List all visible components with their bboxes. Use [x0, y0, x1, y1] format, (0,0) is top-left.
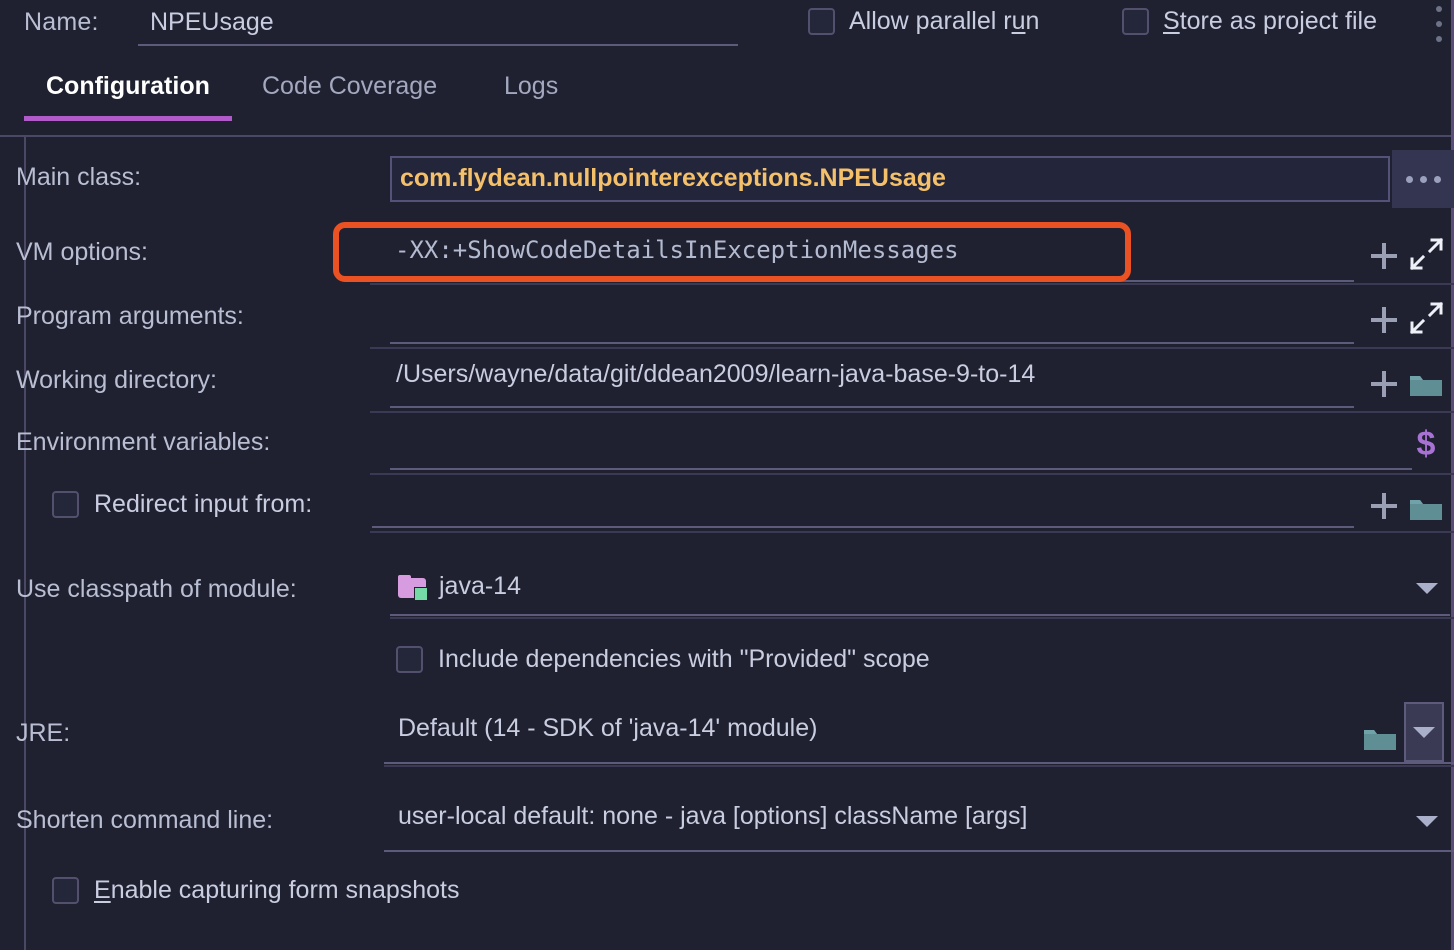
expand-arrows-icon: [1409, 237, 1443, 271]
vm-options-expand-icon[interactable]: [1404, 232, 1448, 276]
module-dropdown-caret[interactable]: [1406, 567, 1448, 609]
use-classpath-of-module-dropdown[interactable]: [390, 560, 1450, 616]
checkbox-box[interactable]: [1122, 8, 1149, 35]
use-classpath-of-module-label: Use classpath of module:: [16, 575, 297, 604]
jre-value: Default (14 - SDK of 'java-14' module): [398, 714, 817, 743]
row-separator: [370, 531, 1454, 533]
folder-icon: [1363, 724, 1397, 752]
redirect-input-add-icon[interactable]: [1362, 484, 1406, 528]
environment-variables-input[interactable]: [390, 414, 1412, 470]
main-class-label: Main class:: [16, 163, 141, 192]
dialog-header: Name: NPEUsage Allow parallel run Store …: [0, 0, 1454, 50]
working-directory-input[interactable]: /Users/wayne/data/git/ddean2009/learn-ja…: [390, 352, 1354, 408]
plus-icon: [1371, 243, 1397, 269]
main-class-input[interactable]: com.flydean.nullpointerexceptions.NPEUsa…: [390, 156, 1390, 202]
name-input-value: NPEUsage: [150, 8, 274, 37]
redirect-input-from-checkbox[interactable]: Redirect input from:: [52, 490, 312, 519]
vm-options-value: -XX:+ShowCodeDetailsInExceptionMessages: [395, 236, 959, 264]
jre-label: JRE:: [16, 719, 70, 748]
include-provided-scope-label: Include dependencies with "Provided" sco…: [438, 645, 930, 674]
chevron-down-icon: [1416, 816, 1438, 827]
expand-arrows-icon: [1409, 301, 1443, 335]
shorten-command-line-value: user-local default: none - java [options…: [398, 802, 1027, 831]
shorten-command-line-dropdown[interactable]: user-local default: none - java [options…: [384, 790, 1454, 852]
allow-parallel-run-label: Allow parallel run: [849, 7, 1039, 36]
checkbox-box[interactable]: [396, 646, 423, 673]
redirect-input-from-input[interactable]: [372, 478, 1354, 528]
dot: [1436, 6, 1442, 12]
working-directory-value: /Users/wayne/data/git/ddean2009/learn-ja…: [396, 360, 1035, 389]
enable-form-snapshots-label: Enable capturing form snapshots: [94, 876, 460, 905]
row-separator: [384, 765, 1454, 767]
include-provided-scope-checkbox[interactable]: Include dependencies with "Provided" sco…: [396, 645, 930, 674]
program-arguments-add-icon[interactable]: [1362, 298, 1406, 342]
store-as-project-file-label: Store as project file: [1163, 7, 1377, 36]
environment-variables-label: Environment variables:: [16, 428, 270, 457]
shorten-command-line-caret[interactable]: [1406, 800, 1448, 842]
dot: [1436, 36, 1442, 42]
shorten-command-line-label: Shorten command line:: [16, 806, 273, 835]
enable-form-snapshots-checkbox[interactable]: Enable capturing form snapshots: [52, 876, 460, 905]
tab-configuration[interactable]: Configuration: [46, 72, 210, 121]
working-directory-label: Working directory:: [16, 366, 217, 395]
dot: [1436, 21, 1442, 27]
environment-variables-macro-icon[interactable]: $: [1404, 422, 1448, 466]
plus-icon: [1371, 307, 1397, 333]
row-separator: [370, 347, 1454, 349]
vm-options-add-icon[interactable]: [1362, 234, 1406, 278]
dot: [1434, 176, 1441, 183]
row-separator: [370, 411, 1454, 413]
name-label: Name:: [24, 8, 99, 37]
dot: [1420, 176, 1427, 183]
main-class-browse-button[interactable]: [1392, 150, 1454, 208]
main-class-value: com.flydean.nullpointerexceptions.NPEUsa…: [400, 164, 946, 193]
jre-dropdown-caret[interactable]: [1404, 702, 1444, 762]
row-separator: [370, 473, 1454, 475]
folder-icon: [1409, 370, 1443, 398]
chevron-down-icon: [1413, 727, 1435, 738]
program-arguments-input[interactable]: [390, 288, 1354, 344]
tab-bar: Configuration Code Coverage Logs: [0, 72, 1454, 134]
jre-input[interactable]: Default (14 - SDK of 'java-14' module): [384, 702, 1454, 764]
vm-options-label: VM options:: [16, 238, 148, 267]
working-directory-add-icon[interactable]: [1362, 362, 1406, 406]
jre-browse-icon[interactable]: [1358, 716, 1402, 760]
checkbox-box[interactable]: [808, 8, 835, 35]
row-separator: [390, 617, 1454, 619]
redirect-input-browse-icon[interactable]: [1404, 486, 1448, 530]
chevron-down-icon: [1416, 583, 1438, 594]
program-arguments-expand-icon[interactable]: [1404, 296, 1448, 340]
checkbox-box[interactable]: [52, 491, 79, 518]
name-input[interactable]: NPEUsage: [138, 4, 738, 46]
folder-icon: [1409, 494, 1443, 522]
tab-logs[interactable]: Logs: [504, 72, 558, 121]
dollar-icon: $: [1417, 427, 1436, 461]
checkbox-box[interactable]: [52, 877, 79, 904]
store-as-project-file-checkbox[interactable]: Store as project file: [1122, 7, 1377, 36]
redirect-input-from-label: Redirect input from:: [94, 490, 312, 519]
row-separator: [370, 283, 1454, 285]
more-options-icon[interactable]: [1430, 6, 1448, 42]
plus-icon: [1371, 493, 1397, 519]
module-name: java-14: [439, 572, 521, 601]
tab-code-coverage[interactable]: Code Coverage: [262, 72, 437, 121]
module-value: java-14: [398, 572, 521, 601]
working-directory-browse-icon[interactable]: [1404, 362, 1448, 406]
module-folder-icon: [398, 575, 426, 598]
allow-parallel-run-checkbox[interactable]: Allow parallel run: [808, 7, 1039, 36]
program-arguments-label: Program arguments:: [16, 302, 244, 331]
plus-icon: [1371, 371, 1397, 397]
dot: [1406, 176, 1413, 183]
